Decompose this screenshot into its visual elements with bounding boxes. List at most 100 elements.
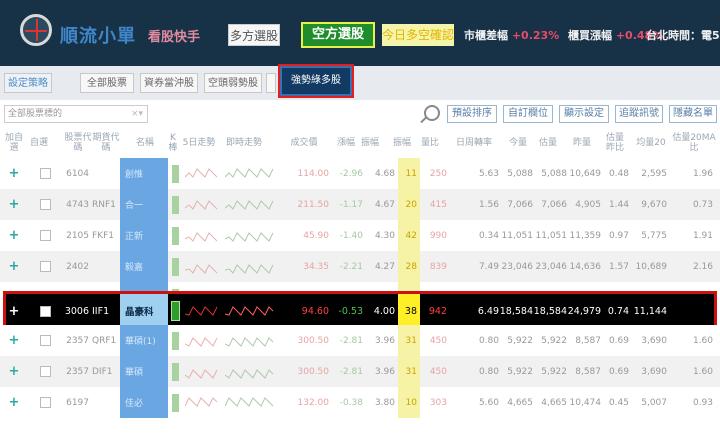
row-checkbox[interactable] [39, 397, 51, 408]
strategy-button[interactable]: 設定策略 [4, 73, 52, 93]
margin-tab[interactable]: 資券當沖股 [140, 73, 198, 93]
strong-green-tab[interactable]: 強勢綠多股 [278, 64, 354, 98]
row-checkbox[interactable] [39, 366, 51, 377]
table-row[interactable]: +6104 創惟 114.00 -2.96 4.68 11 250 5.63 5,088 5,08… [0, 158, 720, 189]
col-5day[interactable]: 5日走勢 [182, 128, 216, 158]
add-watchlist-icon[interactable]: + [9, 228, 20, 243]
col-kbar[interactable]: K棒 [166, 128, 180, 158]
table-row[interactable]: +2402 毅嘉 34.35 -2.21 4.27 28 839 7.49 23,046 23,0… [0, 251, 720, 282]
row-checkbox[interactable] [39, 261, 51, 272]
table-row[interactable]: +6197 佳必 132.00 -0.38 3.80 10 303 5.60 4,665 4,66… [0, 387, 720, 418]
cell-code: 2402 [66, 261, 89, 272]
add-watchlist-icon[interactable]: + [9, 333, 20, 348]
add-watchlist-icon[interactable]: + [9, 395, 20, 410]
col-change[interactable]: 漲幅 [332, 128, 360, 158]
cell-price: 114.00 [297, 168, 330, 179]
table-row[interactable]: +2105 FKF1 正新 45.90 -1.40 4.30 42 990 0.34 11,051… [0, 220, 720, 251]
cell-v5: 5,775 [641, 230, 667, 241]
add-watchlist-icon[interactable]: + [9, 197, 20, 212]
cell-r1: 28 [398, 251, 420, 282]
cell-r2: 942 [428, 305, 447, 317]
row-checkbox[interactable] [39, 168, 51, 179]
add-watchlist-icon[interactable]: + [9, 304, 20, 319]
row-checkbox[interactable] [39, 335, 51, 346]
col-price[interactable]: 成交價 [282, 128, 326, 158]
cell-chg: -2.96 [339, 168, 363, 179]
cell-price: 34.35 [303, 261, 329, 272]
cell-v6: 1.60 [692, 366, 713, 377]
col-amplitude[interactable]: 振幅 [390, 128, 414, 158]
long-select-button[interactable]: 多方選股 [228, 24, 280, 46]
select-cell [38, 220, 52, 251]
realtime-sparkline [225, 231, 274, 242]
trend-5day-cell [182, 325, 222, 356]
table-row[interactable]: +2357 DIF1 華碩 300.50 -2.81 3.96 31 450 0.80 5,922… [0, 356, 720, 387]
add-watchlist-icon[interactable]: + [9, 259, 20, 274]
cell-v5: 3,690 [641, 335, 667, 346]
col-name[interactable]: 名稱 [126, 128, 164, 158]
select-cell [38, 189, 52, 220]
display-settings-button[interactable]: 顯示設定 [559, 105, 609, 123]
kbar-icon [171, 257, 179, 276]
select-cell [38, 251, 52, 282]
search-icon[interactable] [424, 105, 440, 121]
trend-5day-sparkline [185, 231, 218, 242]
trend-5day-cell [182, 220, 222, 251]
select-cell [38, 356, 52, 387]
add-cell: + [4, 325, 24, 356]
track-signal-button[interactable]: 追蹤訊號 [615, 105, 663, 123]
col-realtime[interactable]: 即時走勢 [222, 128, 266, 158]
cell-turn: 5.60 [478, 397, 499, 408]
col-amp-sort[interactable]: 振幅 [358, 128, 382, 158]
col-est-ratio[interactable]: 估量昨比 [603, 128, 627, 158]
cell-r1: 20 [398, 189, 420, 220]
cell-price: 132.00 [297, 397, 330, 408]
col-vol-ratio[interactable]: 量比 [418, 128, 442, 158]
cell-code: 4743 [66, 199, 89, 210]
today-confirm-button[interactable]: 今日多空確認 [382, 24, 454, 46]
stock-filter-select[interactable]: 全部股票標的 ×▾ [4, 105, 148, 123]
weak-stocks-tab[interactable]: 空頭弱勢股 [204, 73, 262, 93]
cell-chg: -0.53 [338, 305, 363, 317]
selected-table-row[interactable]: +3006 IIF1 晶豪科 94.60 -0.53 4.00 38 942 6.49 18,58… [3, 291, 717, 331]
col-code[interactable]: 股票代碼 [64, 128, 92, 158]
cell-turn: 0.80 [478, 335, 499, 346]
cell-code: 2357 [66, 366, 89, 377]
hide-list-button[interactable]: 隱藏名單 [669, 105, 717, 123]
col-est-vol[interactable]: 估量 [536, 128, 560, 158]
all-stocks-tab[interactable]: 全部股票 [80, 73, 134, 93]
row-checkbox[interactable] [39, 305, 51, 317]
col-ma20-ratio[interactable]: 估量20MA比 [672, 128, 716, 158]
row-checkbox[interactable] [39, 230, 51, 241]
col-yest-vol[interactable]: 昨量 [570, 128, 594, 158]
market-label: 市櫃差幅 [464, 29, 508, 42]
cell-fut: IIF1 [92, 305, 110, 317]
col-select[interactable]: 自選 [28, 128, 50, 158]
cell-v3: 14,636 [569, 261, 602, 272]
table-row[interactable]: +2357 QRF1 華碩(1) 300.50 -2.81 3.96 31 450 0.80 5,… [0, 325, 720, 356]
col-turnover[interactable]: 日周轉率 [454, 128, 494, 158]
col-today-vol[interactable]: 今量 [506, 128, 530, 158]
kbar-cell [168, 158, 182, 189]
col-add[interactable]: 加自選 [4, 128, 24, 158]
short-select-button[interactable]: 空方選股 [301, 22, 375, 48]
realtime-sparkline [225, 396, 274, 407]
add-cell: + [4, 189, 24, 220]
default-sort-button[interactable]: 預設排序 [447, 105, 497, 123]
cell-v2: 11,051 [535, 230, 568, 241]
realtime-trend-cell [222, 387, 278, 418]
custom-fields-button[interactable]: 自訂欄位 [503, 105, 553, 123]
add-watchlist-icon[interactable]: + [9, 364, 20, 379]
strong-weak-tab[interactable] [266, 73, 276, 93]
add-watchlist-icon[interactable]: + [9, 166, 20, 181]
cell-r2: 990 [429, 230, 447, 241]
table-row[interactable]: +4743 RNF1 合一 211.50 -1.17 4.67 20 415 1.56 7,066… [0, 189, 720, 220]
row-checkbox[interactable] [39, 199, 51, 210]
col-fut[interactable]: 期貨代碼 [92, 128, 120, 158]
cell-code: 6104 [66, 168, 89, 179]
col-avg20[interactable]: 均量20 [634, 128, 668, 158]
cell-name: 華碩 [120, 356, 168, 387]
cell-name: 合一 [120, 189, 168, 220]
cell-chg: -0.38 [339, 397, 363, 408]
cell-turn: 1.56 [478, 199, 499, 210]
